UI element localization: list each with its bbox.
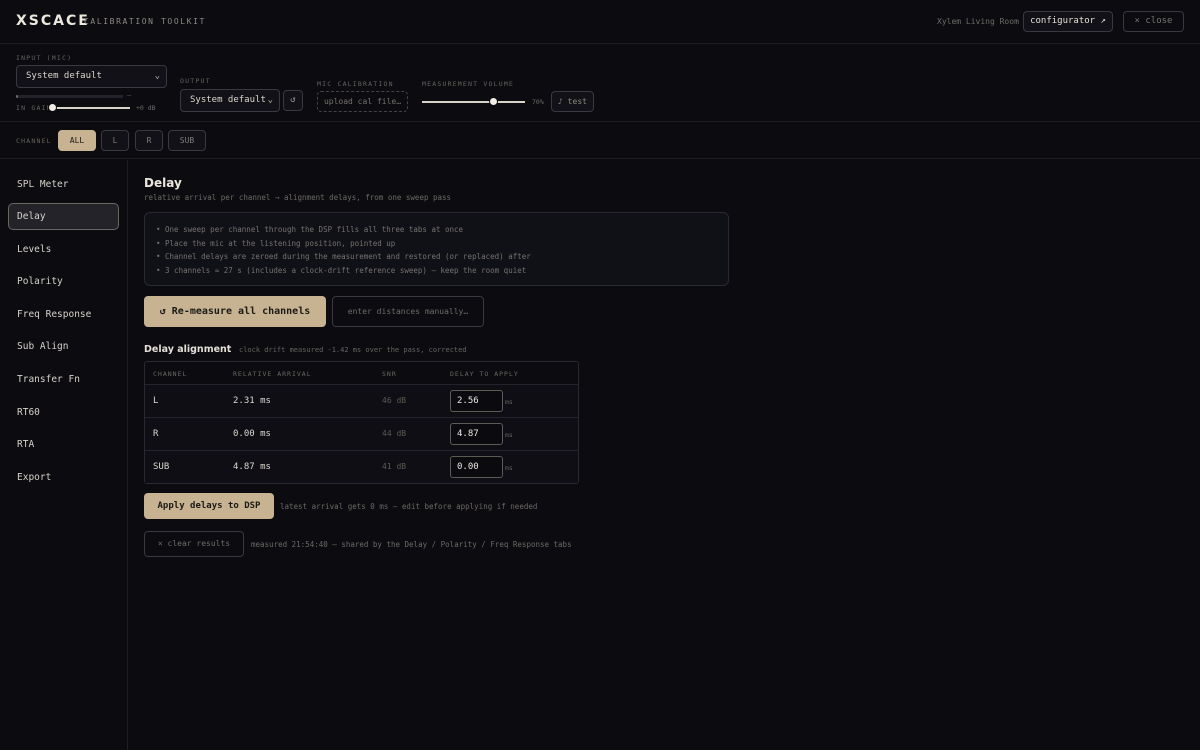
- enter-distances-button[interactable]: enter distances manually…: [332, 296, 484, 327]
- channel-r-button[interactable]: R: [135, 130, 163, 151]
- output-select-value: System default: [190, 95, 266, 105]
- instructions-box: • One sweep per channel through the DSP …: [144, 212, 729, 286]
- refresh-devices-button[interactable]: ↺: [283, 90, 303, 111]
- channel-label: CHANNEL: [16, 137, 52, 145]
- apply-note: latest arrival gets 0 ms — edit before a…: [280, 502, 538, 511]
- delay-input[interactable]: 0.00: [450, 456, 503, 478]
- sidebar-item-rta[interactable]: RTA: [8, 431, 119, 458]
- in-gain-value: +0 dB: [136, 104, 156, 112]
- delay-input[interactable]: 4.87: [450, 423, 503, 445]
- app-logo: XSCACE: [16, 13, 90, 29]
- instruction-line: • One sweep per channel through the DSP …: [156, 225, 464, 234]
- channel-all-button[interactable]: ALL: [58, 130, 96, 151]
- room-name: Xylem Living Room: [937, 17, 1019, 26]
- delay-table: CHANNEL RELATIVE ARRIVAL SNR DELAY TO AP…: [144, 361, 579, 484]
- clock-drift-note: clock drift measured -1.42 ms over the p…: [239, 346, 467, 354]
- sidebar-item-transfer-fn[interactable]: Transfer Fn: [8, 366, 119, 393]
- channel-cell: R: [153, 429, 159, 439]
- instruction-line: • 3 channels ≈ 27 s (includes a clock-dr…: [156, 265, 527, 275]
- upload-cal-file-button[interactable]: upload cal file…: [317, 91, 408, 112]
- page-subtitle: relative arrival per channel → alignment…: [144, 193, 452, 202]
- measurement-volume-label: MEASUREMENT VOLUME: [422, 80, 515, 88]
- output-select[interactable]: System default ⌄: [180, 89, 280, 112]
- remeasure-all-button[interactable]: ↺ Re-measure all channels: [144, 296, 326, 327]
- apply-delays-button[interactable]: Apply delays to DSP: [144, 493, 274, 519]
- snr-cell: 44 dB: [382, 429, 407, 438]
- in-gain-label: IN GAIN: [16, 104, 52, 112]
- input-level-dash: —: [127, 91, 132, 99]
- configurator-button[interactable]: configurator ↗: [1023, 11, 1113, 32]
- channel-selector: CHANNEL ALL L R SUB: [0, 122, 1200, 159]
- channel-cell: L: [153, 396, 159, 406]
- channel-sub-button[interactable]: SUB: [168, 130, 206, 151]
- delay-unit: ms: [505, 431, 513, 439]
- table-row: L 2.31 ms 46 dB 2.56 ms: [145, 384, 578, 417]
- sidebar-item-sub-align[interactable]: Sub Align: [8, 333, 119, 360]
- sidebar-item-polarity[interactable]: Polarity: [8, 268, 119, 295]
- measurement-volume-slider-knob[interactable]: [489, 97, 499, 106]
- top-bar: XSCACE CALIBRATION TOOLKIT Xylem Living …: [0, 0, 1200, 44]
- column-header: CHANNEL: [153, 370, 188, 378]
- chevron-down-icon: ⌄: [267, 95, 273, 105]
- in-gain-slider-knob[interactable]: [48, 103, 57, 112]
- input-level-fill: [16, 95, 19, 98]
- channel-l-button[interactable]: L: [101, 130, 129, 151]
- clear-results-button[interactable]: × clear results: [144, 531, 244, 557]
- app-subtitle: CALIBRATION TOOLKIT: [84, 17, 206, 26]
- snr-cell: 46 dB: [382, 396, 407, 405]
- channel-cell: SUB: [153, 462, 170, 472]
- measurement-volume-slider[interactable]: [422, 101, 525, 103]
- arrival-cell: 4.87 ms: [233, 462, 271, 472]
- sidebar-item-export[interactable]: Export: [8, 464, 119, 491]
- column-header: SNR: [382, 370, 397, 378]
- sidebar-item-rt60[interactable]: RT60: [8, 399, 119, 426]
- delay-unit: ms: [505, 398, 513, 406]
- column-header: RELATIVE ARRIVAL: [233, 370, 312, 378]
- input-select[interactable]: System default ⌄: [16, 65, 167, 88]
- delay-input[interactable]: 2.56: [450, 390, 503, 412]
- page-title: Delay: [144, 176, 182, 190]
- instruction-line: • Channel delays are zeroed during the m…: [156, 252, 531, 261]
- column-header: DELAY TO APPLY: [450, 370, 519, 378]
- sidebar-item-freq-response[interactable]: Freq Response: [8, 301, 119, 328]
- input-select-value: System default: [26, 71, 102, 81]
- measurement-timestamp-note: measured 21:54:40 — shared by the Delay …: [251, 540, 572, 549]
- sidebar-item-levels[interactable]: Levels: [8, 236, 119, 263]
- arrival-cell: 2.31 ms: [233, 396, 271, 406]
- arrival-cell: 0.00 ms: [233, 429, 271, 439]
- audio-controls: INPUT (MIC) System default ⌄ — IN GAIN +…: [0, 44, 1200, 122]
- delay-unit: ms: [505, 464, 513, 472]
- chevron-down-icon: ⌄: [154, 71, 160, 81]
- mic-calibration-label: MIC CALIBRATION: [317, 80, 394, 88]
- table-row: SUB 4.87 ms 41 dB 0.00 ms: [145, 450, 578, 483]
- delay-alignment-title: Delay alignment: [144, 344, 232, 355]
- instruction-line: • Place the mic at the listening positio…: [156, 238, 396, 248]
- measurement-volume-value: 70%: [532, 98, 544, 106]
- sidebar-item-delay[interactable]: Delay: [8, 203, 119, 230]
- input-level-meter: [16, 95, 123, 98]
- in-gain-slider[interactable]: [52, 107, 130, 109]
- test-tone-button[interactable]: ♪ test: [551, 91, 594, 112]
- snr-cell: 41 dB: [382, 462, 407, 471]
- table-row: R 0.00 ms 44 dB 4.87 ms: [145, 417, 578, 450]
- sidebar: SPL Meter Delay Levels Polarity Freq Res…: [0, 160, 128, 750]
- sidebar-item-spl-meter[interactable]: SPL Meter: [8, 171, 119, 198]
- output-label: OUTPUT: [180, 77, 211, 85]
- refresh-icon: ↺: [290, 95, 296, 105]
- close-button[interactable]: × close: [1123, 11, 1184, 32]
- input-label: INPUT (MIC): [16, 54, 73, 62]
